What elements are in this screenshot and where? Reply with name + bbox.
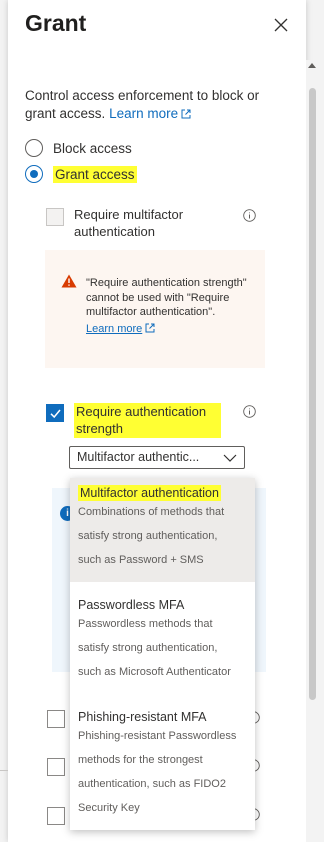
warning-icon [61, 274, 77, 288]
chevron-down-icon [223, 454, 237, 462]
checkmark-icon [50, 409, 61, 419]
option-title: Phishing-resistant MFA [78, 710, 207, 724]
warning-message: "Require authentication strength" cannot… [45, 250, 265, 368]
option-passwordless-mfa[interactable]: Passwordless MFA Passwordless methods th… [70, 590, 255, 700]
warning-learn-more-link[interactable]: Learn more [86, 322, 155, 337]
auth-strength-listbox: Multifactor authentication Combinations … [70, 478, 255, 830]
scrollbar[interactable] [306, 60, 318, 842]
option-description: Passwordless methods that satisfy strong… [78, 618, 231, 678]
dropdown-selected-value: Multifactor authentic... [77, 450, 200, 464]
require-mfa-label: Require multifactor authentication [74, 207, 184, 239]
radio-button[interactable] [25, 139, 43, 157]
grant-control-checkbox[interactable] [47, 758, 65, 776]
block-access-label: Block access [53, 140, 132, 156]
option-multifactor-authentication[interactable]: Multifactor authentication Combinations … [70, 478, 255, 582]
panel-title: Grant [25, 10, 87, 36]
option-description: Phishing-resistant Passwordless methods … [78, 730, 237, 814]
require-auth-strength-checkbox[interactable] [46, 404, 64, 422]
close-icon [274, 18, 288, 32]
grant-control-checkbox[interactable] [47, 710, 65, 728]
scroll-up-arrow-icon[interactable] [308, 62, 316, 70]
require-mfa-checkbox[interactable] [46, 208, 64, 226]
close-button[interactable] [270, 14, 292, 36]
auth-strength-dropdown[interactable]: Multifactor authentic... [69, 446, 245, 469]
option-phishing-resistant-mfa[interactable]: Phishing-resistant MFA Phishing-resistan… [70, 702, 255, 830]
grant-access-radio[interactable]: Grant access [25, 165, 137, 183]
grant-access-label: Grant access [53, 165, 137, 183]
panel-header: Grant [8, 0, 306, 56]
external-link-icon [145, 323, 155, 332]
option-description: Combinations of methods that satisfy str… [78, 506, 225, 566]
divider [0, 770, 8, 771]
grant-description: Control access enforcement to block or g… [25, 87, 285, 123]
radio-button-selected[interactable] [25, 165, 43, 183]
grant-control-checkbox[interactable] [47, 807, 65, 825]
warning-text: "Require authentication strength" cannot… [86, 277, 247, 318]
learn-more-link[interactable]: Learn more [109, 106, 191, 121]
info-icon[interactable] [243, 405, 256, 418]
require-mfa-option[interactable]: Require multifactor authentication [46, 207, 236, 240]
grant-panel: Grant Control access enforcement to bloc… [8, 0, 306, 842]
option-title: Multifactor authentication [78, 485, 221, 501]
block-access-radio[interactable]: Block access [25, 139, 132, 157]
scrollbar-thumb[interactable] [309, 88, 316, 700]
external-link-icon [181, 109, 191, 119]
info-icon[interactable] [243, 209, 256, 222]
require-auth-strength-option[interactable]: Require authentication strength [46, 403, 221, 438]
option-title: Passwordless MFA [78, 598, 185, 612]
require-auth-strength-label: Require authentication strength [74, 403, 221, 438]
